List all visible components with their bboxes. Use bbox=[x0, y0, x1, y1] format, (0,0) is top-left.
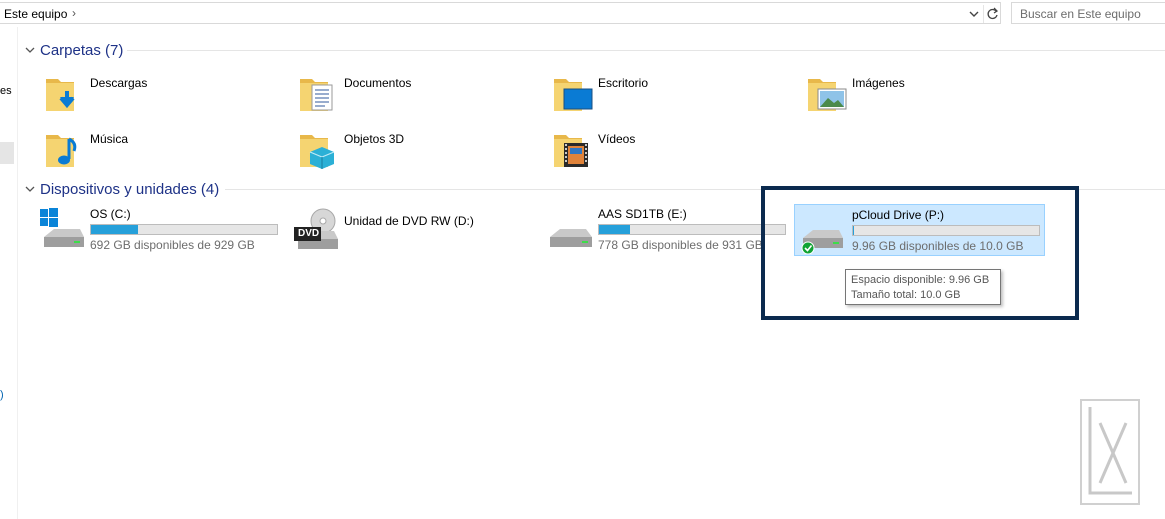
folders-group-header[interactable]: Carpetas (7) bbox=[24, 40, 123, 60]
drive-label: AAS SD1TB (E:) bbox=[598, 207, 687, 221]
nav-item-partial-blue[interactable]: ) bbox=[0, 389, 4, 401]
dvd-logo-text: DVD bbox=[298, 228, 320, 239]
lx-watermark-logo bbox=[1080, 399, 1140, 505]
folder-item-musica[interactable]: Música bbox=[44, 127, 284, 177]
drive-free-space: 778 GB disponibles de 931 GB bbox=[598, 238, 763, 252]
drive-item-os-c[interactable]: OS (C:) 692 GB disponibles de 929 GB bbox=[40, 207, 290, 259]
desktop-folder-icon bbox=[554, 79, 593, 111]
refresh-icon[interactable] bbox=[983, 5, 1001, 23]
drive-usage-bar bbox=[90, 224, 278, 235]
chevron-down-icon[interactable] bbox=[24, 44, 36, 56]
folder-item-videos[interactable]: Vídeos bbox=[552, 127, 792, 177]
folder-item-objetos-3d[interactable]: Objetos 3D bbox=[298, 127, 538, 177]
folder-item-documentos[interactable]: Documentos bbox=[298, 71, 538, 121]
drive-usage-bar bbox=[598, 224, 786, 235]
documents-folder-icon bbox=[300, 79, 333, 111]
nav-item-partial[interactable]: es bbox=[0, 85, 12, 97]
folders-group-title: Carpetas (7) bbox=[40, 41, 124, 59]
drive-label: OS (C:) bbox=[90, 207, 131, 221]
3d-objects-folder-icon bbox=[300, 135, 335, 169]
music-folder-icon bbox=[46, 135, 77, 167]
address-bar[interactable]: Este equipo › bbox=[0, 2, 1001, 24]
lx-logo-icon bbox=[1088, 407, 1132, 495]
folder-item-descargas[interactable]: Descargas bbox=[44, 71, 284, 121]
group-divider bbox=[127, 50, 1165, 51]
search-input[interactable]: Buscar en Este equipo bbox=[1011, 2, 1165, 24]
tooltip-free-space: Espacio disponible: 9.96 GB bbox=[851, 274, 990, 286]
drive-item-dvd-d[interactable]: DVD Unidad de DVD RW (D:) bbox=[294, 207, 544, 259]
search-placeholder: Buscar en Este equipo bbox=[1020, 7, 1141, 21]
folder-label: Música bbox=[90, 132, 129, 146]
address-toolbar: Este equipo › Buscar en Este equipo bbox=[0, 0, 1165, 27]
videos-folder-icon bbox=[554, 135, 588, 167]
downloads-folder-icon bbox=[46, 79, 75, 111]
folder-label: Objetos 3D bbox=[344, 132, 405, 146]
folder-label: Escritorio bbox=[598, 76, 649, 90]
pictures-folder-icon bbox=[808, 79, 847, 111]
windows-drive-icon bbox=[40, 208, 84, 247]
devices-group-header[interactable]: Dispositivos y unidades (4) bbox=[24, 179, 219, 199]
chevron-down-icon[interactable] bbox=[24, 183, 36, 195]
folder-label: Imágenes bbox=[852, 76, 905, 90]
navigation-pane: es ) bbox=[0, 27, 18, 519]
folder-item-imagenes[interactable]: Imágenes bbox=[806, 71, 1046, 121]
drive-label: Unidad de DVD RW (D:) bbox=[344, 214, 474, 228]
folder-item-escritorio[interactable]: Escritorio bbox=[552, 71, 792, 121]
breadcrumb-chevron-icon[interactable]: › bbox=[72, 6, 76, 20]
hard-drive-icon bbox=[550, 229, 592, 247]
address-dropdown-icon[interactable] bbox=[966, 6, 982, 22]
folder-label: Vídeos bbox=[598, 132, 636, 146]
address-path[interactable]: Este equipo bbox=[4, 7, 67, 21]
folder-label: Descargas bbox=[90, 76, 148, 90]
devices-group-title: Dispositivos y unidades (4) bbox=[40, 180, 220, 198]
folder-label: Documentos bbox=[344, 76, 412, 90]
drive-free-space: 692 GB disponibles de 929 GB bbox=[90, 238, 255, 252]
drive-tooltip: Espacio disponible: 9.96 GB Tamaño total… bbox=[845, 269, 1001, 305]
nav-item-selected[interactable] bbox=[0, 142, 14, 164]
tooltip-total-size: Tamaño total: 10.0 GB bbox=[851, 289, 961, 301]
